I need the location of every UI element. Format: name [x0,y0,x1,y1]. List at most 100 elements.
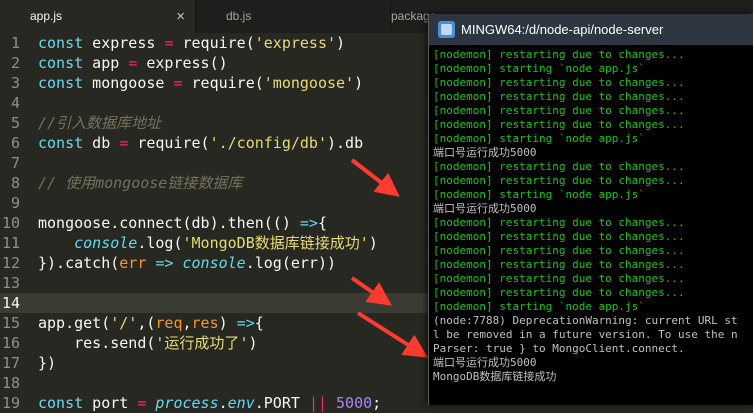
terminal-line: [nodemon] restarting due to changes... [433,216,685,229]
code-token: db [83,134,120,152]
code-token: '运行成功了' [155,334,249,352]
line-number: 3 [10,74,20,92]
close-icon[interactable]: × [176,0,185,33]
line-number: 7 [10,154,20,172]
line-number: 18 [1,374,20,392]
terminal-line: [nodemon] restarting due to changes... [433,76,685,89]
terminal-line: 端口号运行成功5000 [433,146,537,159]
line-number: 10 [1,214,20,232]
code-token: env [227,394,255,412]
code-token: ; [372,394,382,412]
tab-db-js[interactable]: db.js [195,0,390,33]
code-token: . [218,394,228,412]
terminal-line: (node:7788) DeprecationWarning: current … [433,314,738,327]
line-number: 6 [10,134,20,152]
code-text: //引入数据库地址 [38,113,161,133]
code-token: app.get( [38,314,111,332]
code-token: => [236,314,255,332]
terminal-line: [nodemon] restarting due to changes... [433,118,685,131]
code-text: const express = require('express') [38,33,345,53]
code-token: ,( [137,314,156,332]
code-token: port [83,394,138,412]
code-token: , [182,314,192,332]
code-token: = [173,74,183,92]
code-token: mongoose.connect(db).then(() [38,214,300,232]
terminal-titlebar[interactable]: MINGW64:/d/node-api/node-server [429,14,753,45]
code-text: // 使用mongoose链接数据库 [38,173,242,193]
terminal-line: 端口号运行成功5000 [433,356,537,369]
code-token: const [38,394,84,412]
code-token: || [308,394,327,412]
code-text: const mongoose = require('mongoose') [38,73,363,93]
code-token: .PORT [254,394,309,412]
tab-app-js[interactable]: app.js × [0,0,195,33]
terminal-line: [nodemon] restarting due to changes... [433,160,685,173]
code-token: 'mongoose' [263,74,355,92]
line-number: 14 [1,294,20,312]
code-token: .log( [137,234,183,252]
code-token: const [38,134,84,152]
code-token: const [38,74,84,92]
code-token: // 使用mongoose链接数据库 [38,174,243,192]
code-token: }).catch( [38,254,120,272]
line-number: 19 [1,394,20,412]
code-token: express [83,34,165,52]
code-token: const [38,34,84,52]
terminal-line: [nodemon] starting `node app.js` [433,188,645,201]
code-text: }) [38,353,56,373]
code-token: => [299,214,318,232]
code-token: res.send( [38,334,156,352]
line-number: 1 [10,34,20,52]
mintty-icon [438,21,455,38]
code-token: console [74,234,138,252]
code-token: ) [336,34,346,52]
terminal-line: [nodemon] restarting due to changes... [433,48,685,61]
terminal-line: [nodemon] starting `node app.js` [433,300,645,313]
terminal-line: l be removed in a future version. To use… [433,328,738,341]
code-token: ) [248,334,258,352]
terminal-line: MongoDB数据库链接成功 [433,370,557,383]
terminal-line: [nodemon] restarting due to changes... [433,230,685,243]
line-number: 17 [1,354,20,372]
code-text: mongoose.connect(db).then(() =>{ [38,213,327,233]
code-token: mongoose [83,74,174,92]
terminal-line: 端口号运行成功5000 [433,202,537,215]
line-number: 16 [1,334,20,352]
terminal-title: MINGW64:/d/node-api/node-server [461,22,664,37]
tab-label: db.js [226,9,252,23]
code-token: process [155,394,219,412]
code-token: => [155,254,174,272]
code-token: 'express' [254,34,337,52]
code-token: require( [173,34,255,52]
terminal-output[interactable]: [nodemon] restarting due to changes... [n… [433,45,753,405]
code-token: ).db [327,134,364,152]
code-token: '/' [110,314,138,332]
code-token: ) [368,234,378,252]
code-token: }) [38,354,57,372]
terminal-line: [nodemon] restarting due to changes... [433,104,685,117]
code-token: const [38,54,84,72]
code-text: app.get('/',(req,res) =>{ [38,313,264,333]
code-token: 'MongoDB数据库链接成功' [182,234,369,252]
line-number: 15 [1,314,20,332]
terminal-line: [nodemon] restarting due to changes... [433,174,685,187]
code-token: express() [137,54,228,72]
code-token: { [254,314,264,332]
terminal-line: [nodemon] restarting due to changes... [433,272,685,285]
line-number: 9 [10,194,20,212]
terminal-line: [nodemon] starting `node app.js` [433,62,645,75]
terminal-line: [nodemon] restarting due to changes... [433,244,685,257]
tab-label: app.js [30,9,63,23]
line-number: 12 [1,254,20,272]
code-token: //引入数据库地址 [38,114,162,132]
terminal-window[interactable]: MINGW64:/d/node-api/node-server [nodemon… [428,14,753,405]
code-token: ) [354,74,364,92]
code-token: err [119,254,147,272]
terminal-line: [nodemon] restarting due to changes... [433,258,685,271]
line-number: 2 [10,54,20,72]
line-number: 4 [10,94,20,112]
code-text: res.send('运行成功了') [38,333,258,353]
